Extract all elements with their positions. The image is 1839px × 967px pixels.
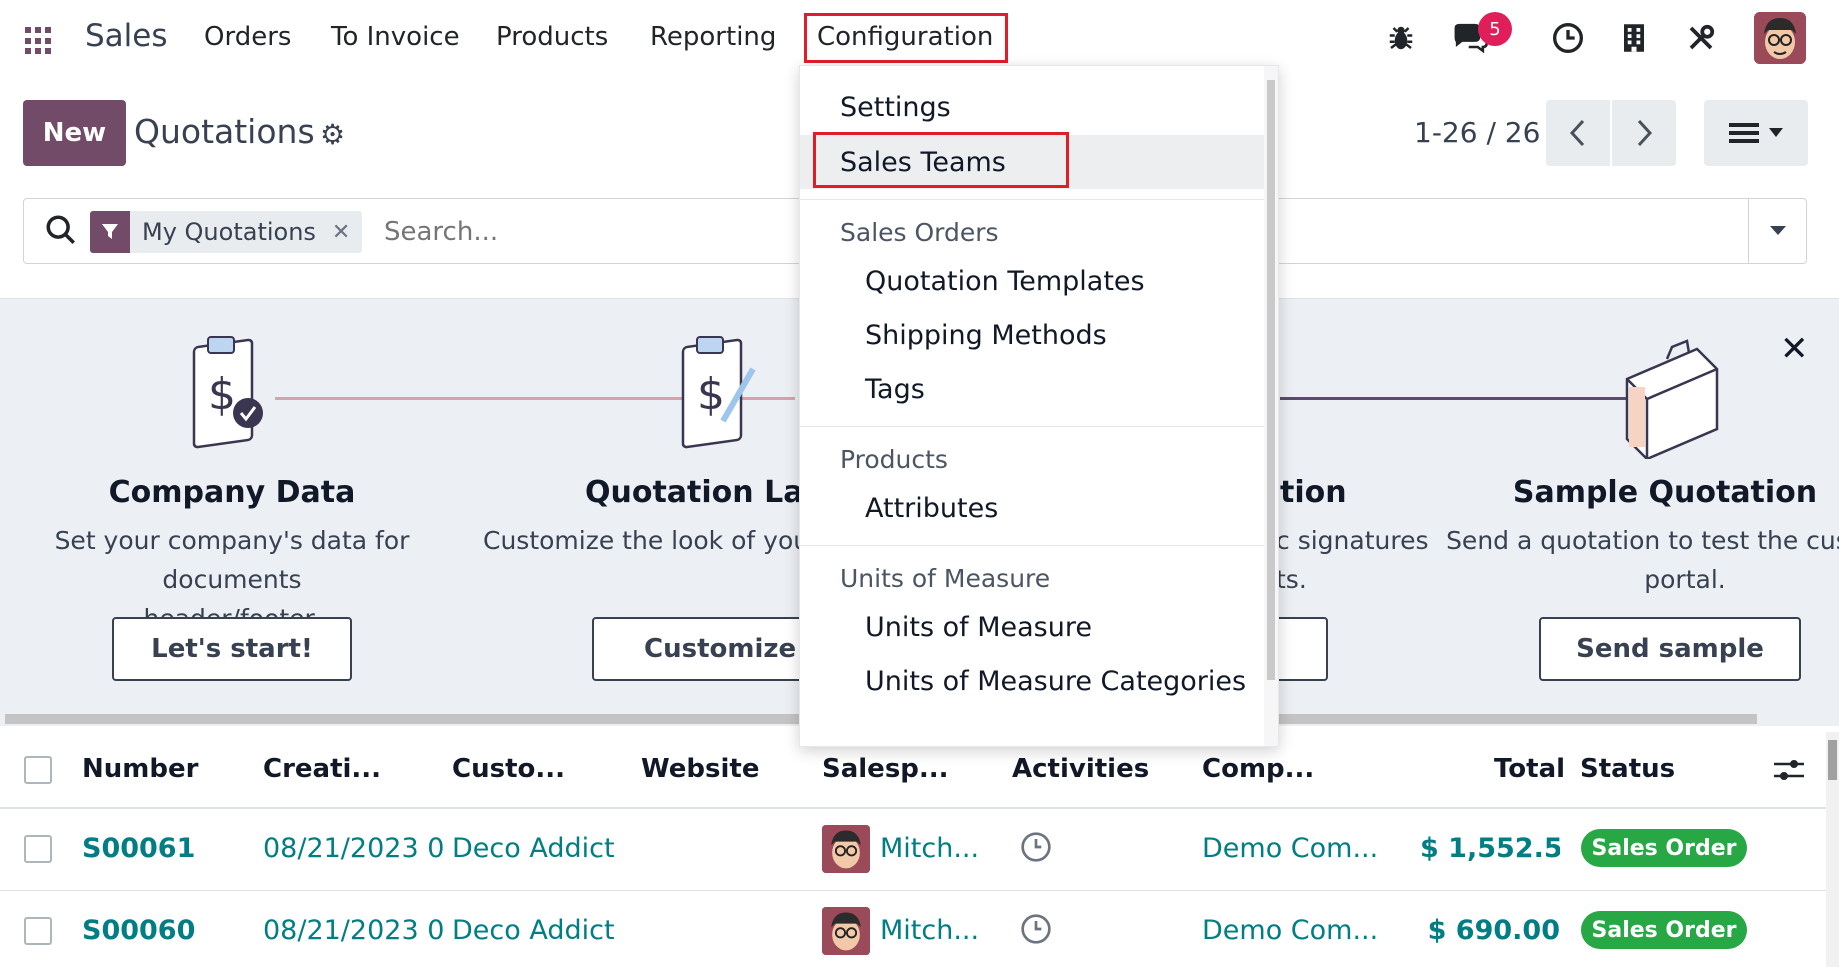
row-checkbox[interactable] [24, 917, 52, 945]
table-row[interactable]: S00060 08/21/2023 06 Deco Addict Mitch..… [0, 891, 1826, 967]
step-title: Sample Quotation [1512, 475, 1818, 510]
cell-salesperson: Mitch... [880, 915, 980, 946]
step-title: tion [1280, 475, 1347, 510]
column-company[interactable]: Comp... [1202, 754, 1314, 784]
menu-item-attributes[interactable]: Attributes [800, 481, 1264, 535]
step-description: c signatures ts. [1276, 526, 1429, 594]
cell-company: Demo Com... [1202, 833, 1379, 864]
column-creation-date[interactable]: Creati... [263, 754, 381, 784]
view-switcher-button[interactable] [1704, 100, 1808, 166]
cell-date: 08/21/2023 06 [263, 833, 443, 864]
activity-clock-icon[interactable] [1020, 831, 1052, 867]
document-pen-icon: $ [673, 329, 763, 463]
select-all-checkbox[interactable] [24, 756, 52, 784]
menu-item-units-of-measure[interactable]: Units of Measure [800, 600, 1264, 654]
column-number[interactable]: Number [82, 754, 198, 784]
search-input[interactable] [384, 211, 784, 253]
document-dollar-icon: $ [184, 329, 274, 463]
menu-group-products: Products [840, 445, 948, 474]
column-status[interactable]: Status [1580, 754, 1675, 784]
settings-gear-icon[interactable]: ⚙ [320, 118, 345, 151]
cell-company: Demo Com... [1202, 915, 1379, 946]
menu-item-tags[interactable]: Tags [800, 362, 1264, 416]
lets-start-button[interactable]: Let's start! [112, 617, 352, 681]
cell-date: 08/21/2023 06 [263, 915, 443, 946]
pager-value[interactable]: 1-26 / 26 [1414, 116, 1540, 149]
facet-label: My Quotations [142, 218, 316, 246]
company-building-icon[interactable] [1616, 20, 1652, 56]
optional-columns-icon[interactable] [1774, 756, 1804, 788]
column-customer[interactable]: Custo... [452, 754, 565, 784]
svg-text:$: $ [208, 369, 236, 420]
dropdown-scrollbar[interactable] [1264, 66, 1278, 746]
menu-group-units-of-measure: Units of Measure [840, 564, 1051, 593]
menu-orders[interactable]: Orders [204, 22, 291, 52]
salesperson-avatar [822, 907, 870, 955]
cell-total: $ 690.00 [1427, 915, 1560, 946]
pager-previous-button[interactable] [1546, 100, 1610, 166]
pager-next-button[interactable] [1612, 100, 1676, 166]
menu-group-sales-orders: Sales Orders [840, 218, 999, 247]
menu-to-invoice[interactable]: To Invoice [331, 22, 460, 52]
column-total[interactable]: Total [1494, 754, 1565, 784]
cell-salesperson: Mitch... [880, 833, 980, 864]
step-title: Company Data [108, 475, 356, 510]
user-avatar[interactable] [1754, 12, 1806, 64]
step-connector [1280, 397, 1630, 400]
caret-down-icon [1769, 226, 1786, 235]
cell-number: S00060 [82, 915, 196, 946]
svg-text:$: $ [697, 369, 725, 420]
salesperson-avatar [822, 825, 870, 873]
menu-products[interactable]: Products [496, 22, 608, 52]
debug-bug-icon[interactable] [1383, 20, 1419, 56]
status-badge: Sales Order [1581, 911, 1747, 949]
search-facet: My Quotations ✕ [90, 211, 363, 253]
tools-wrench-icon[interactable] [1683, 20, 1719, 56]
caret-down-icon [1769, 128, 1783, 137]
close-onboarding-icon[interactable]: ✕ [1780, 329, 1809, 369]
vertical-scrollbar[interactable] [1826, 732, 1839, 967]
search-icon[interactable] [44, 213, 78, 247]
search-options-toggle[interactable] [1748, 199, 1806, 263]
column-website[interactable]: Website [641, 754, 759, 784]
cell-customer: Deco Addict [452, 833, 615, 864]
activity-clock-icon[interactable] [1020, 913, 1052, 949]
menu-item-uom-categories[interactable]: Units of Measure Categories [800, 654, 1264, 708]
menu-reporting[interactable]: Reporting [650, 22, 776, 52]
filter-icon [90, 211, 130, 253]
sales-teams-highlight-box [813, 132, 1069, 188]
status-badge: Sales Order [1581, 829, 1747, 867]
messages-count-badge: 5 [1478, 12, 1512, 46]
apps-menu-icon[interactable] [25, 27, 53, 55]
page-title: Quotations [134, 112, 315, 151]
app-name[interactable]: Sales [85, 18, 168, 54]
column-salesperson[interactable]: Salesp... [822, 754, 949, 784]
send-sample-button[interactable]: Send sample [1539, 617, 1801, 681]
table-row[interactable]: S00061 08/21/2023 06 Deco Addict Mitch..… [0, 809, 1826, 891]
remove-facet-icon[interactable]: ✕ [328, 211, 362, 253]
activity-clock-icon[interactable] [1550, 20, 1586, 56]
row-checkbox[interactable] [24, 835, 52, 863]
configuration-dropdown-menu: Settings Sales Teams Sales Orders Quotat… [799, 65, 1279, 747]
cell-total: $ 1,552.50 [1420, 833, 1560, 864]
configuration-highlight-box [804, 13, 1008, 63]
menu-item-settings[interactable]: Settings [800, 80, 1264, 134]
cell-customer: Deco Addict [452, 915, 615, 946]
step-description: Send a quotation to test the customer po… [1446, 526, 1839, 594]
list-view-icon [1729, 123, 1759, 143]
column-activities[interactable]: Activities [1012, 754, 1149, 784]
customize-button[interactable]: Customize [592, 617, 822, 681]
new-button[interactable]: New [23, 100, 126, 166]
suitcase-icon [1617, 329, 1727, 463]
menu-item-shipping-methods[interactable]: Shipping Methods [800, 308, 1264, 362]
cell-number: S00061 [82, 833, 196, 864]
menu-item-quotation-templates[interactable]: Quotation Templates [800, 254, 1264, 308]
